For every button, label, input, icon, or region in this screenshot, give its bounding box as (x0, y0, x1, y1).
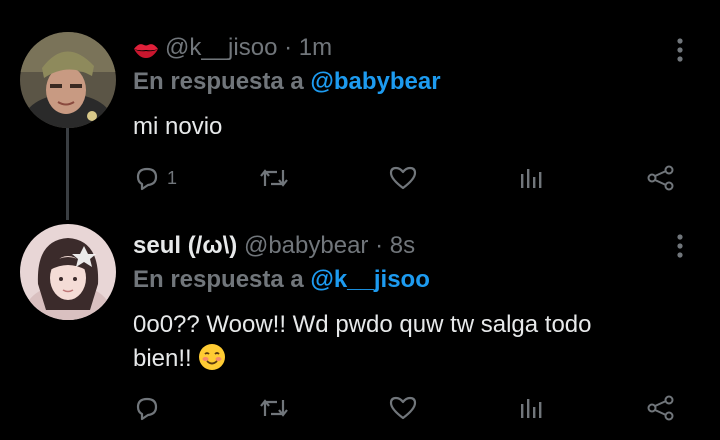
reply-button[interactable]: 1 (133, 158, 177, 198)
retweet-button[interactable] (258, 388, 290, 428)
analytics-icon (518, 394, 544, 422)
tweet-header: @k__jisoo · 1m (133, 33, 332, 67)
retweet-button[interactable] (258, 158, 290, 198)
reply-to-handle[interactable]: @babybear (310, 68, 440, 95)
more-options-icon[interactable] (672, 232, 688, 262)
avatar-k-jisoo[interactable] (20, 32, 116, 128)
share-button[interactable] (646, 388, 676, 428)
reply-icon (133, 164, 161, 192)
reply-to-handle[interactable]: @k__jisoo (310, 266, 429, 293)
tweet-text: mi novio (133, 113, 223, 140)
tweet-actions: 1 (0, 158, 720, 198)
avatar-babybear[interactable] (20, 224, 116, 320)
tweet-text: 0o0?? Woow!! Wd pwdo quw tw salga todo b… (133, 308, 693, 376)
tweet-header: seul (/ω\) @babybear · 8s (133, 231, 415, 261)
reply-context: En respuesta a @k__jisoo (133, 265, 430, 295)
reply-context: En respuesta a @babybear (133, 67, 441, 97)
author-handle[interactable]: @babybear (244, 232, 368, 259)
tweet-actions (0, 388, 720, 428)
reply-prefix: En respuesta a (133, 68, 304, 95)
author-display-name[interactable]: seul (/ω\) (133, 232, 237, 259)
reply-button[interactable] (133, 388, 161, 428)
tweet-time[interactable]: · 1m (284, 34, 332, 61)
retweet-icon (258, 394, 290, 422)
like-button[interactable] (388, 388, 418, 428)
retweet-icon (258, 164, 290, 192)
reply-prefix: En respuesta a (133, 266, 304, 293)
reply-icon (133, 394, 161, 422)
tweet-time[interactable]: · 8s (375, 232, 415, 259)
share-button[interactable] (646, 158, 676, 198)
tweet-text-line-2: bien!! (133, 345, 192, 372)
analytics-button[interactable] (518, 158, 544, 198)
kiss-lips-icon (133, 37, 159, 67)
like-icon (388, 164, 418, 192)
tweet-1[interactable]: @k__jisoo · 1m En respuesta a @babybear … (0, 0, 720, 220)
like-icon (388, 394, 418, 422)
smiling-face-with-blush-icon (198, 343, 226, 371)
analytics-button[interactable] (518, 388, 544, 428)
tweet-text-line-1: 0o0?? Woow!! Wd pwdo quw tw salga todo (133, 311, 592, 338)
analytics-icon (518, 164, 544, 192)
share-icon (646, 164, 676, 192)
more-options-icon[interactable] (672, 36, 688, 66)
share-icon (646, 394, 676, 422)
reply-count: 1 (167, 167, 178, 188)
like-button[interactable] (388, 158, 418, 198)
author-handle[interactable]: @k__jisoo (165, 34, 277, 61)
